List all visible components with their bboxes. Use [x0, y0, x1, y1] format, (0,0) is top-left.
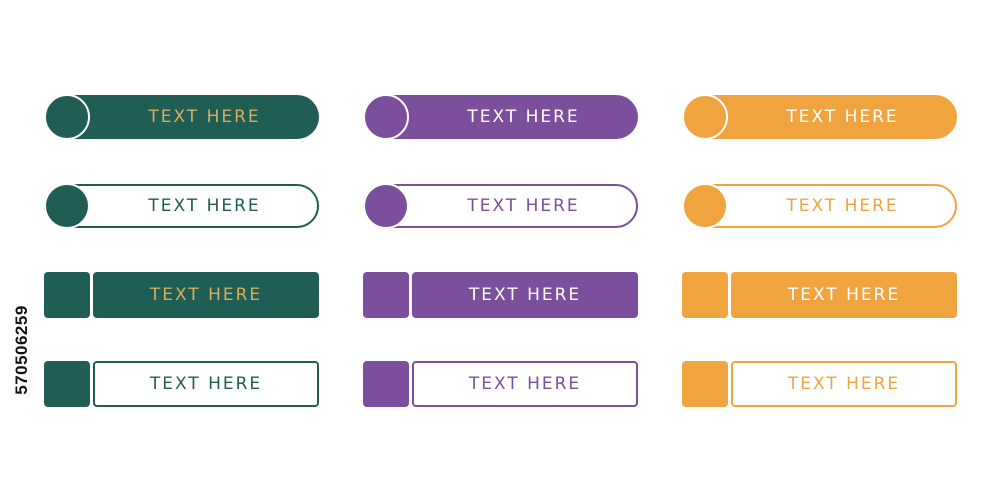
banner-label: TEXT HERE	[467, 107, 580, 127]
stock-id-watermark: 570506259	[0, 262, 44, 438]
square-badge	[682, 361, 728, 407]
banner-label: TEXT HERE	[787, 374, 901, 394]
banner-label: TEXT HERE	[148, 196, 261, 216]
banner-purple-filled-pill: TEXT HERE	[363, 94, 638, 140]
banner-green-outlined-rect: TEXT HERE	[44, 361, 319, 407]
banner-green-filled-rect: TEXT HERE	[44, 272, 319, 318]
banner-label: TEXT HERE	[468, 285, 582, 305]
banner-label: TEXT HERE	[467, 196, 580, 216]
circle-badge	[682, 183, 728, 229]
circle-badge	[44, 183, 90, 229]
square-badge	[363, 361, 409, 407]
banner-green-outlined-pill: TEXT HERE	[44, 183, 319, 229]
banner-label: TEXT HERE	[468, 374, 582, 394]
circle-badge	[44, 94, 90, 140]
circle-badge	[363, 94, 409, 140]
banner-label: TEXT HERE	[149, 285, 263, 305]
banner-orange-outlined-rect: TEXT HERE	[682, 361, 957, 407]
banner-label: TEXT HERE	[148, 107, 261, 127]
banner-label: TEXT HERE	[787, 285, 901, 305]
banner-label: TEXT HERE	[786, 107, 899, 127]
banner-purple-filled-rect: TEXT HERE	[363, 272, 638, 318]
banner-orange-filled-rect: TEXT HERE	[682, 272, 957, 318]
circle-badge	[363, 183, 409, 229]
banner-label: TEXT HERE	[149, 374, 263, 394]
circle-badge	[682, 94, 728, 140]
square-badge	[682, 272, 728, 318]
stock-id-text: 570506259	[12, 305, 31, 395]
banner-orange-outlined-pill: TEXT HERE	[682, 183, 957, 229]
banner-label: TEXT HERE	[786, 196, 899, 216]
square-badge	[363, 272, 409, 318]
banner-orange-filled-pill: TEXT HERE	[682, 94, 957, 140]
banner-green-filled-pill: TEXT HERE	[44, 94, 319, 140]
square-badge	[44, 361, 90, 407]
banner-purple-outlined-rect: TEXT HERE	[363, 361, 638, 407]
square-badge	[44, 272, 90, 318]
banner-purple-outlined-pill: TEXT HERE	[363, 183, 638, 229]
